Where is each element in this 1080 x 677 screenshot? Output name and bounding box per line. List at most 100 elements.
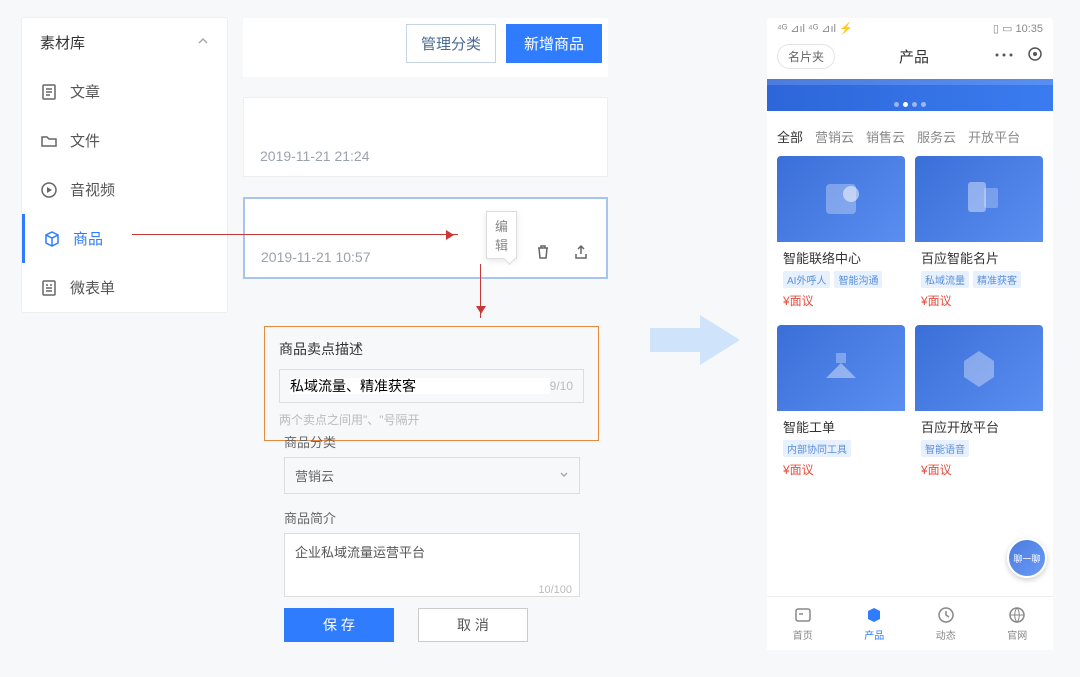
product-image [915,156,1043,242]
nav-home[interactable]: 首页 [793,605,813,642]
flow-arrow-icon [645,310,745,375]
cat-tab[interactable]: 服务云 [917,127,956,146]
chevron-down-icon [559,468,569,483]
sidebar-item-label: 音视频 [70,179,115,200]
sidebar-item-media[interactable]: 音视频 [22,165,227,214]
delete-icon[interactable] [534,243,552,266]
product-image [777,325,905,411]
sidebar-item-label: 文件 [70,130,100,151]
product-title: 百应开放平台 [915,411,1043,440]
sidebar-item-label: 文章 [70,81,100,102]
sidebar-item-article[interactable]: 文章 [22,67,227,116]
folder-icon [40,132,58,150]
status-signal: ⁴ᴳ ⊿ıl ⁴ᴳ ⊿ıl ⚡ [777,22,853,35]
manage-category-button[interactable]: 管理分类 [406,24,496,63]
product-image [915,325,1043,411]
sidebar-item-label: 商品 [73,228,103,249]
selling-point-label: 商品卖点描述 [279,339,584,359]
product-card[interactable]: 智能工单 内部协同工具 ¥面议 [777,325,905,484]
product-list-panel: 管理分类 新增商品 2019-11-21 21:24 2019-11-21 10… [243,18,608,279]
intro-label: 商品简介 [284,508,580,527]
nav-website[interactable]: 官网 [1007,605,1027,642]
entry-timestamp: 2019-11-21 21:24 [260,148,370,164]
product-tag: 智能语音 [921,440,969,457]
sidebar-title: 素材库 [40,32,85,53]
selling-point-form: 商品卖点描述 9/10 两个卖点之间用"、"号隔开 [264,326,599,441]
phone-top-bar: 名片夹 产品 [767,38,1053,79]
selling-point-hint: 两个卖点之间用"、"号隔开 [279,411,584,428]
bottom-nav: 首页 产品 动态 官网 [767,596,1053,650]
sidebar-item-file[interactable]: 文件 [22,116,227,165]
edit-tooltip: 编辑 [486,211,517,259]
top-title: 产品 [899,46,929,67]
selling-point-input-wrap: 9/10 [279,369,584,403]
category-select[interactable]: 营销云 [284,457,580,494]
sidebar-item-product[interactable]: 商品 [22,214,227,263]
product-toolbar: 管理分类 新增商品 [243,18,608,77]
product-price: ¥面议 [915,292,1043,315]
product-card[interactable]: 百应开放平台 智能语音 ¥面议 [915,325,1043,484]
nav-label: 官网 [1007,627,1027,642]
sidebar-item-label: 微表单 [70,277,115,298]
product-entry[interactable]: 2019-11-21 21:24 [243,97,608,177]
sidebar-item-form[interactable]: 微表单 [22,263,227,312]
chevron-up-icon [197,34,209,51]
product-grid: 智能联络中心 AI外呼人 智能沟通 ¥面议 百应智能名片 私域流量 精准获客 ¥… [767,156,1053,484]
product-tag: 内部协同工具 [783,440,851,457]
form-icon [40,279,58,297]
cat-tab[interactable]: 营销云 [815,127,854,146]
intro-textarea[interactable] [284,533,580,597]
carousel-banner[interactable] [767,79,1053,111]
entry-action-bar: 编辑 [496,243,590,266]
category-label: 商品分类 [284,432,580,451]
cube-icon [43,230,61,248]
product-image [777,156,905,242]
category-value: 营销云 [295,466,334,485]
status-clock: ▯ ▭ 10:35 [993,22,1043,35]
selling-point-counter: 9/10 [550,379,573,393]
annotation-arrow-vertical [480,264,481,318]
intro-counter: 10/100 [538,584,572,596]
product-card[interactable]: 百应智能名片 私域流量 精准获客 ¥面议 [915,156,1043,315]
product-price: ¥面议 [777,292,905,315]
edit-icon[interactable]: 编辑 [496,243,514,266]
product-tag: 私域流量 [921,271,969,288]
product-title: 智能联络中心 [777,242,905,271]
more-icon[interactable] [993,48,1015,66]
entry-timestamp: 2019-11-21 10:57 [261,249,371,265]
form-button-row: 保 存 取 消 [284,608,528,642]
business-card-pill[interactable]: 名片夹 [777,44,835,69]
nav-label: 动态 [936,627,956,642]
product-form-lower: 商品分类 营销云 商品简介 10/100 [284,432,580,602]
product-entry-active[interactable]: 2019-11-21 10:57 编辑 [243,197,608,279]
category-tabs: 全部 营销云 销售云 服务云 开放平台 [767,111,1053,156]
cat-tab-all[interactable]: 全部 [777,127,803,146]
product-tag: 精准获客 [973,271,1021,288]
product-card[interactable]: 智能联络中心 AI外呼人 智能沟通 ¥面议 [777,156,905,315]
new-product-button[interactable]: 新增商品 [506,24,602,63]
nav-activity[interactable]: 动态 [936,605,956,642]
product-price: ¥面议 [915,461,1043,484]
mobile-preview: ⁴ᴳ ⊿ıl ⁴ᴳ ⊿ıl ⚡ ▯ ▭ 10:35 名片夹 产品 全部 营销云 … [767,18,1053,650]
nav-label: 首页 [793,627,813,642]
product-title: 百应智能名片 [915,242,1043,271]
cancel-button[interactable]: 取 消 [418,608,528,642]
nav-label: 产品 [864,627,884,642]
product-tag: 智能沟通 [834,271,882,288]
article-icon [40,83,58,101]
annotation-arrow-horizontal [132,234,458,235]
material-library-sidebar: 素材库 文章 文件 音视频 商品 微表单 [22,18,227,312]
share-icon[interactable] [572,243,590,266]
product-price: ¥面议 [777,461,905,484]
play-icon [40,181,58,199]
nav-product[interactable]: 产品 [864,605,884,642]
status-bar: ⁴ᴳ ⊿ıl ⁴ᴳ ⊿ıl ⚡ ▯ ▭ 10:35 [767,18,1053,38]
selling-point-input[interactable] [290,378,550,394]
sidebar-title-row[interactable]: 素材库 [22,18,227,67]
save-button[interactable]: 保 存 [284,608,394,642]
product-title: 智能工单 [777,411,905,440]
chat-avatar-button[interactable]: 聊一聊 [1007,538,1047,578]
cat-tab[interactable]: 销售云 [866,127,905,146]
target-icon[interactable] [1027,46,1043,67]
cat-tab[interactable]: 开放平台 [968,127,1020,146]
